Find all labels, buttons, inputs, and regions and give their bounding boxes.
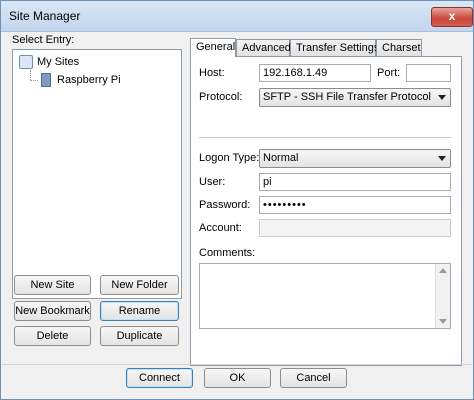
tab-transfer-settings[interactable]: Transfer Settings bbox=[290, 39, 379, 56]
general-panel: Host: 192.168.1.49 Port: Protocol: SFTP … bbox=[190, 56, 462, 366]
tree-item-my-sites[interactable]: My Sites bbox=[19, 54, 79, 70]
tree-item-label: Raspberry Pi bbox=[57, 74, 121, 86]
comments-textarea[interactable] bbox=[199, 263, 451, 329]
user-label: User: bbox=[199, 176, 226, 188]
account-input bbox=[259, 219, 451, 237]
password-label: Password: bbox=[199, 199, 251, 211]
site-tree[interactable]: My Sites Raspberry Pi bbox=[12, 49, 182, 299]
logon-type-value: Normal bbox=[263, 152, 299, 164]
new-site-button[interactable]: New Site bbox=[14, 275, 91, 295]
comments-scrollbar[interactable] bbox=[435, 264, 450, 328]
tab-general[interactable]: General bbox=[190, 38, 236, 57]
delete-button[interactable]: Delete bbox=[14, 326, 91, 346]
chevron-down-icon bbox=[438, 95, 446, 100]
password-input[interactable]: ••••••••• bbox=[259, 196, 451, 214]
close-icon: x bbox=[448, 9, 456, 23]
site-manager-window: Site Manager x Select Entry: My Sites Ra… bbox=[0, 0, 474, 400]
footer-divider bbox=[2, 364, 472, 365]
close-button[interactable]: x bbox=[431, 7, 473, 27]
rename-button[interactable]: Rename bbox=[100, 301, 179, 321]
tree-connector bbox=[30, 70, 31, 80]
tree-item-raspberry-pi[interactable]: Raspberry Pi bbox=[41, 72, 121, 88]
computer-icon bbox=[41, 73, 51, 88]
port-label: Port: bbox=[377, 67, 401, 79]
tab-charset[interactable]: Charset bbox=[376, 39, 422, 56]
protocol-label: Protocol: bbox=[199, 91, 243, 103]
cancel-button[interactable]: Cancel bbox=[280, 368, 347, 388]
ok-button[interactable]: OK bbox=[204, 368, 271, 388]
protocol-value: SFTP - SSH File Transfer Protocol bbox=[263, 91, 431, 103]
host-input[interactable]: 192.168.1.49 bbox=[259, 64, 371, 82]
tab-advanced[interactable]: Advanced bbox=[236, 39, 291, 56]
port-input[interactable] bbox=[406, 64, 451, 82]
host-label: Host: bbox=[199, 67, 225, 79]
protocol-select[interactable]: SFTP - SSH File Transfer Protocol bbox=[259, 88, 451, 107]
connect-button[interactable]: Connect bbox=[126, 368, 193, 388]
window-title: Site Manager bbox=[9, 9, 81, 23]
new-bookmark-button[interactable]: New Bookmark bbox=[14, 301, 91, 321]
scroll-down-icon[interactable] bbox=[439, 319, 447, 324]
scroll-up-icon[interactable] bbox=[439, 268, 447, 273]
chevron-down-icon bbox=[438, 156, 446, 161]
select-entry-label: Select Entry: bbox=[12, 34, 75, 46]
folder-icon bbox=[19, 55, 33, 70]
comments-label: Comments: bbox=[199, 247, 256, 259]
title-bar[interactable]: Site Manager x bbox=[1, 1, 473, 32]
new-folder-button[interactable]: New Folder bbox=[100, 275, 179, 295]
divider bbox=[199, 137, 451, 138]
dialog-body: Select Entry: My Sites Raspberry Pi New … bbox=[2, 32, 472, 398]
logon-type-select[interactable]: Normal bbox=[259, 149, 451, 168]
tree-item-label: My Sites bbox=[37, 56, 80, 68]
account-label: Account: bbox=[199, 222, 242, 234]
user-input[interactable]: pi bbox=[259, 173, 451, 191]
tree-connector bbox=[30, 80, 38, 81]
duplicate-button[interactable]: Duplicate bbox=[100, 326, 179, 346]
logon-type-label: Logon Type: bbox=[199, 152, 260, 164]
